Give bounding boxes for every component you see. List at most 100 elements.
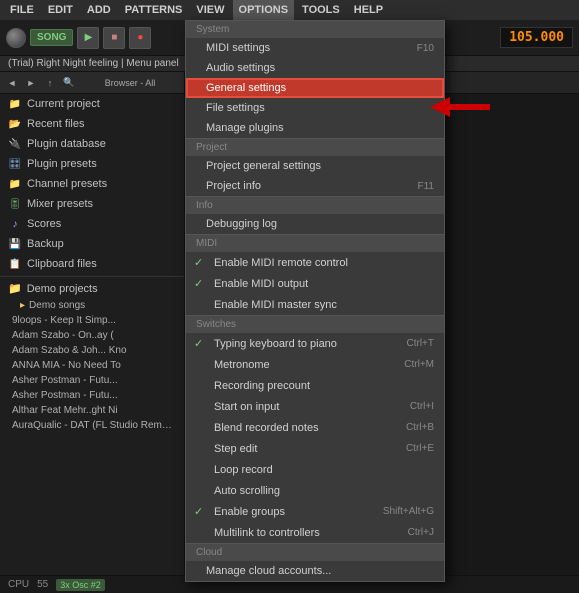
menu-edit[interactable]: EDIT <box>42 0 79 20</box>
midi-settings-shortcut: F10 <box>417 43 434 54</box>
file-item-3[interactable]: ANNA MIA - No Need To <box>0 358 184 373</box>
enable-midi-remote-label: Enable MIDI remote control <box>214 257 434 269</box>
forward-icon[interactable]: ► <box>23 75 39 91</box>
menu-blend-recorded[interactable]: ✓ Blend recorded notes Ctrl+B <box>186 417 444 438</box>
clipboard-icon: 📋 <box>8 257 22 271</box>
demo-songs-icon: ▸ <box>20 300 25 311</box>
nav-scores[interactable]: ♪ Scores <box>0 214 184 234</box>
file-settings-label: File settings <box>206 102 434 114</box>
section-switches: Switches <box>186 315 444 333</box>
section-cloud: Cloud <box>186 543 444 561</box>
menu-view[interactable]: VIEW <box>190 0 230 20</box>
menu-enable-midi-sync[interactable]: ✓ Enable MIDI master sync <box>186 294 444 315</box>
menu-add[interactable]: ADD <box>81 0 117 20</box>
menu-multilink[interactable]: ✓ Multilink to controllers Ctrl+J <box>186 522 444 543</box>
nav-clipboard[interactable]: 📋 Clipboard files <box>0 254 184 274</box>
stop-button[interactable]: ■ <box>103 27 125 49</box>
nav-channel-presets[interactable]: 📁 Channel presets <box>0 174 184 194</box>
recent-icon: 📂 <box>8 117 22 131</box>
start-on-input-shortcut: Ctrl+I <box>410 401 434 412</box>
file-item-4[interactable]: Asher Postman - Futu... <box>0 373 184 388</box>
menu-enable-midi-output[interactable]: ✓ Enable MIDI output <box>186 273 444 294</box>
options-dropdown: System MIDI settings F10 Audio settings … <box>185 20 445 582</box>
section-project: Project <box>186 138 444 156</box>
cpu-label: CPU <box>8 579 29 590</box>
plugin-badge: 3x Osc #2 <box>56 579 105 591</box>
demo-songs-item[interactable]: ▸ Demo songs <box>0 298 184 313</box>
menu-file-settings[interactable]: File settings <box>186 98 444 118</box>
nav-mixer-presets[interactable]: 🎚 Mixer presets <box>0 194 184 214</box>
nav-mixer-presets-label: Mixer presets <box>27 198 93 210</box>
file-item-5[interactable]: Asher Postman - Futu... <box>0 388 184 403</box>
nav-plugin-presets-label: Plugin presets <box>27 158 97 170</box>
menu-help[interactable]: HELP <box>348 0 389 20</box>
enable-midi-sync-label: Enable MIDI master sync <box>214 299 434 311</box>
menu-bar: FILE EDIT ADD PATTERNS VIEW OPTIONS TOOL… <box>0 0 579 20</box>
file-item-2[interactable]: Adam Szabo & Joh... Kno <box>0 343 184 358</box>
up-icon[interactable]: ↑ <box>42 75 58 91</box>
mixer-icon: 🎚 <box>8 197 22 211</box>
menu-enable-midi-remote[interactable]: ✓ Enable MIDI remote control <box>186 252 444 273</box>
general-settings-label: General settings <box>206 82 434 94</box>
loop-record-label: Loop record <box>214 464 434 476</box>
nav-plugin-presets[interactable]: 🎛 Plugin presets <box>0 154 184 174</box>
menu-general-settings[interactable]: General settings <box>186 78 444 98</box>
menu-tools[interactable]: TOOLS <box>296 0 346 20</box>
panel-name: Menu panel <box>126 58 178 69</box>
back-icon[interactable]: ◄ <box>4 75 20 91</box>
record-button[interactable]: ● <box>129 27 151 49</box>
channel-preset-icon: 📁 <box>8 177 22 191</box>
menu-manage-cloud[interactable]: Manage cloud accounts... <box>186 561 444 581</box>
step-edit-shortcut: Ctrl+E <box>406 443 434 454</box>
menu-audio-settings[interactable]: Audio settings <box>186 58 444 78</box>
menu-manage-plugins[interactable]: Manage plugins <box>186 118 444 138</box>
enable-midi-output-label: Enable MIDI output <box>214 278 434 290</box>
menu-loop-record[interactable]: ✓ Loop record <box>186 459 444 480</box>
nav-current-project[interactable]: 📁 Current project <box>0 94 184 114</box>
midi-settings-label: MIDI settings <box>206 42 409 54</box>
file-item-7[interactable]: AuraQualic - DAT (FL Studio Remix) <box>0 418 184 433</box>
plugin-db-icon: 🔌 <box>8 137 22 151</box>
menu-debugging-log[interactable]: Debugging log <box>186 214 444 234</box>
demo-projects-header[interactable]: 📁 Demo projects <box>0 279 184 298</box>
menu-metronome[interactable]: ✓ Metronome Ctrl+M <box>186 354 444 375</box>
menu-start-on-input[interactable]: ✓ Start on input Ctrl+I <box>186 396 444 417</box>
play-button[interactable]: ▶ <box>77 27 99 49</box>
blend-recorded-shortcut: Ctrl+B <box>406 422 434 433</box>
file-item-1[interactable]: Adam Szabo - On..ay ( <box>0 328 184 343</box>
folder-icon: 📁 <box>8 97 22 111</box>
menu-recording-precount[interactable]: ✓ Recording precount <box>186 375 444 396</box>
menu-auto-scrolling[interactable]: ✓ Auto scrolling <box>186 480 444 501</box>
file-item-6[interactable]: Althar Feat Mehr..ght Ni <box>0 403 184 418</box>
nav-plugin-database[interactable]: 🔌 Plugin database <box>0 134 184 154</box>
bpm-display: 105.000 <box>500 27 573 48</box>
menu-typing-keyboard[interactable]: ✓ Typing keyboard to piano Ctrl+T <box>186 333 444 354</box>
nav-backup[interactable]: 💾 Backup <box>0 234 184 254</box>
song-button[interactable]: SONG <box>30 29 73 46</box>
menu-midi-settings[interactable]: MIDI settings F10 <box>186 38 444 58</box>
menu-patterns[interactable]: PATTERNS <box>119 0 189 20</box>
master-knob[interactable] <box>6 28 26 48</box>
dropdown-menu: System MIDI settings F10 Audio settings … <box>185 20 445 582</box>
menu-options[interactable]: OPTIONS <box>233 0 295 20</box>
search-icon[interactable]: 🔍 <box>61 75 77 91</box>
nav-channel-presets-label: Channel presets <box>27 178 107 190</box>
check-enable-groups: ✓ <box>194 505 206 518</box>
menu-project-general[interactable]: Project general settings <box>186 156 444 176</box>
metronome-label: Metronome <box>214 359 396 371</box>
demo-folder-icon: 📁 <box>8 282 22 295</box>
demo-projects-label: Demo projects <box>27 283 98 295</box>
menu-project-info[interactable]: Project info F11 <box>186 176 444 196</box>
audio-settings-label: Audio settings <box>206 62 434 74</box>
menu-file[interactable]: FILE <box>4 0 40 20</box>
nav-recent-files[interactable]: 📂 Recent files <box>0 114 184 134</box>
project-title: (Trial) Right Night feeling <box>8 58 118 69</box>
nav-scores-label: Scores <box>27 218 61 230</box>
nav-recent-label: Recent files <box>27 118 84 130</box>
file-item-0[interactable]: 9loops - Keep It Simp... <box>0 313 184 328</box>
multilink-label: Multilink to controllers <box>214 527 400 539</box>
menu-enable-groups[interactable]: ✓ Enable groups Shift+Alt+G <box>186 501 444 522</box>
menu-step-edit[interactable]: ✓ Step edit Ctrl+E <box>186 438 444 459</box>
check-typing-keyboard: ✓ <box>194 337 206 350</box>
typing-keyboard-label: Typing keyboard to piano <box>214 338 399 350</box>
